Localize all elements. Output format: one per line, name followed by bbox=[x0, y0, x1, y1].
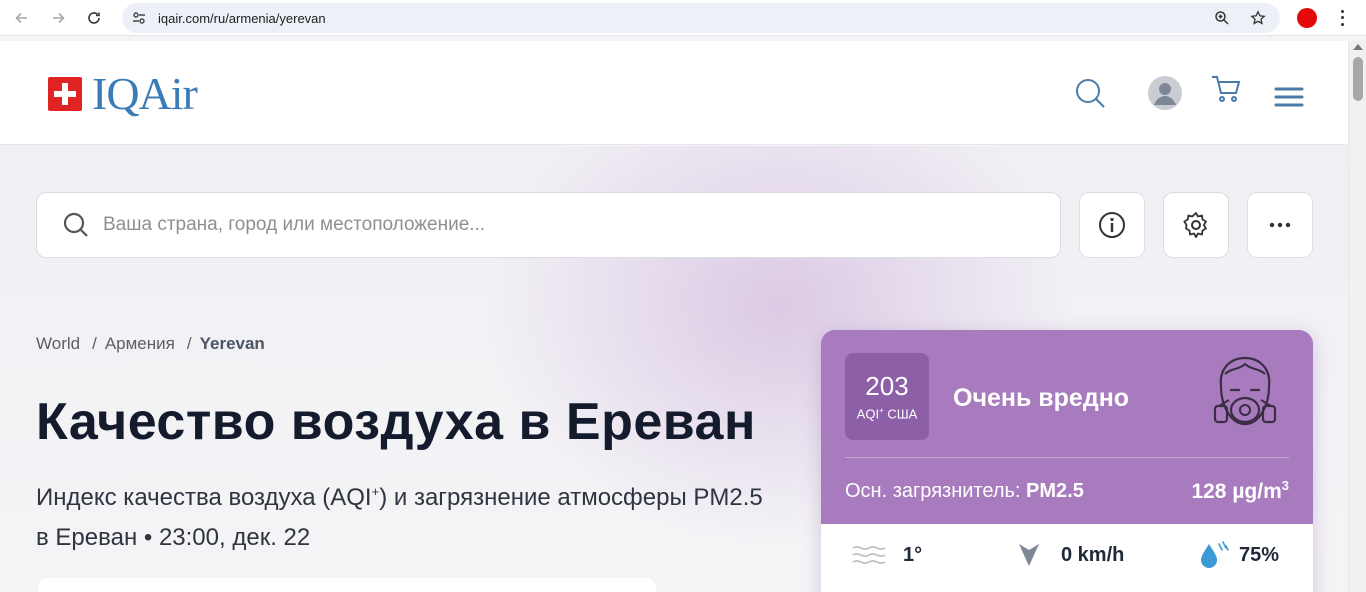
arrow-right-icon[interactable] bbox=[40, 0, 76, 36]
breadcrumb: World / Армения / Yerevan bbox=[36, 334, 265, 354]
breadcrumb-armenia[interactable]: Армения bbox=[105, 334, 175, 354]
location-search[interactable] bbox=[36, 192, 1061, 258]
browser-toolbar: iqair.com/ru/armenia/yerevan bbox=[0, 0, 1366, 36]
wind-direction-icon bbox=[1009, 540, 1049, 570]
settings-button[interactable] bbox=[1163, 192, 1229, 258]
hamburger-menu-icon[interactable] bbox=[1271, 79, 1307, 115]
aqi-status: Очень вредно bbox=[953, 384, 1130, 412]
gear-icon bbox=[1183, 212, 1207, 238]
search-icon bbox=[61, 210, 91, 240]
more-dots-icon bbox=[1269, 222, 1291, 228]
tune-icon[interactable] bbox=[130, 9, 148, 27]
gas-mask-face-icon bbox=[1213, 352, 1277, 438]
aqi-divider bbox=[845, 457, 1289, 458]
aqi-card: 203 AQI+ США Очень вредно Осн. загрязнит… bbox=[821, 330, 1313, 592]
page-subtitle: Индекс качества воздуха (AQI+) и загрязн… bbox=[36, 472, 776, 558]
aqi-unit: AQI+ США bbox=[845, 406, 929, 421]
reload-icon[interactable] bbox=[76, 0, 112, 36]
swiss-flag-icon bbox=[48, 77, 82, 111]
wind-icon bbox=[851, 540, 891, 570]
main-pollutant-label: Осн. загрязнитель: bbox=[845, 480, 1027, 502]
subtitle-part: Индекс качества воздуха (AQI bbox=[36, 484, 372, 511]
cart-icon[interactable] bbox=[1208, 71, 1244, 107]
main-pollutant: Осн. загрязнитель: PM2.5 bbox=[845, 480, 1084, 503]
temperature-value: 1° bbox=[903, 543, 923, 566]
search-icon[interactable] bbox=[1072, 75, 1108, 111]
zoom-icon[interactable] bbox=[1212, 8, 1232, 28]
pollutant-value: 128 µg/m bbox=[1191, 480, 1282, 503]
profile-avatar[interactable] bbox=[1297, 8, 1317, 28]
scroll-thumb[interactable] bbox=[1353, 57, 1363, 101]
breadcrumb-yerevan: Yerevan bbox=[199, 334, 265, 353]
pollutant-concentration: 128 µg/m3 bbox=[1191, 478, 1289, 504]
page-scrollbar[interactable] bbox=[1348, 41, 1366, 592]
breadcrumb-separator: / bbox=[186, 334, 192, 353]
wind-value: 0 km/h bbox=[1061, 543, 1125, 566]
wind: 0 km/h bbox=[1009, 540, 1124, 570]
logo-text: IQAir bbox=[92, 68, 198, 119]
arrow-left-icon[interactable] bbox=[4, 0, 40, 36]
aqi-unit-label: AQI bbox=[856, 406, 880, 422]
info-icon bbox=[1099, 212, 1125, 238]
humidity: 75% bbox=[1197, 540, 1279, 570]
aqi-value: 203 bbox=[865, 371, 909, 401]
content-card bbox=[38, 578, 656, 592]
url-text[interactable]: iqair.com/ru/armenia/yerevan bbox=[158, 11, 326, 26]
star-icon[interactable] bbox=[1248, 8, 1268, 28]
user-avatar-icon[interactable] bbox=[1147, 75, 1183, 111]
breadcrumb-world[interactable]: World bbox=[36, 334, 80, 354]
site-header: IQAir bbox=[0, 41, 1348, 145]
address-bar[interactable]: iqair.com/ru/armenia/yerevan bbox=[122, 3, 1280, 33]
water-drop-icon bbox=[1197, 540, 1231, 570]
search-input[interactable] bbox=[103, 214, 1003, 236]
aqi-badge: 203 AQI+ США bbox=[845, 353, 929, 440]
main-pollutant-name: PM2.5 bbox=[1026, 480, 1084, 502]
scroll-up-arrow-icon[interactable] bbox=[1353, 44, 1363, 50]
iqair-logo[interactable]: IQAir bbox=[48, 68, 198, 119]
pollutant-unit-sup: 3 bbox=[1281, 478, 1289, 493]
more-options-button[interactable] bbox=[1247, 192, 1313, 258]
page-title: Качество воздуха в Ереван bbox=[36, 393, 756, 451]
temperature: 1° bbox=[851, 540, 922, 570]
humidity-value: 75% bbox=[1239, 543, 1280, 566]
weather-strip: 1° 0 km/h 75% bbox=[821, 524, 1313, 592]
main-content: World / Армения / Yerevan Качество возду… bbox=[0, 146, 1348, 592]
aqi-unit-region: США bbox=[883, 406, 918, 422]
breadcrumb-separator: / bbox=[92, 334, 97, 353]
browser-menu-icon[interactable] bbox=[1336, 8, 1348, 28]
info-button[interactable] bbox=[1079, 192, 1145, 258]
